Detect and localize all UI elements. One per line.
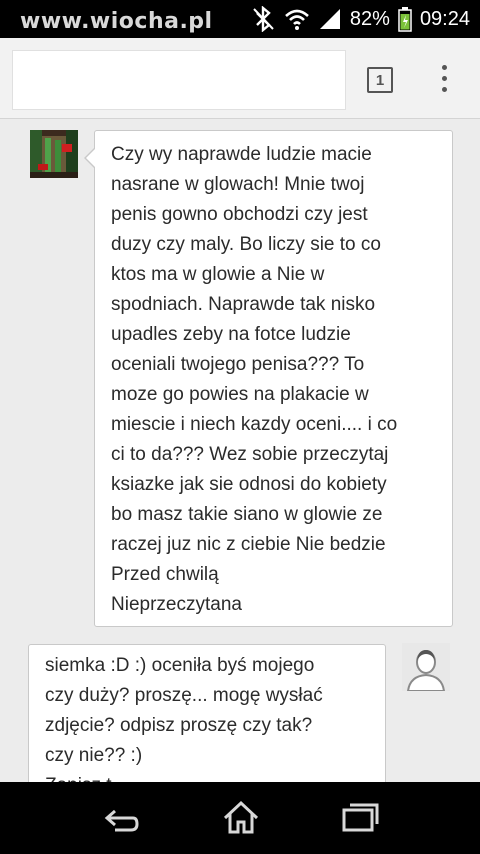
message-line: czy nie?? :)	[45, 745, 143, 766]
signal-icon	[319, 9, 340, 29]
navigation-bar	[0, 782, 480, 854]
tab-count: 1	[375, 71, 385, 89]
message-line: spodniach. Naprawde tak nisko	[111, 294, 376, 315]
overflow-menu-button[interactable]	[437, 65, 451, 99]
sender-avatar[interactable]	[30, 130, 78, 178]
message-line: ksiazke jak sie odnosi do kobiety	[111, 474, 387, 495]
message-line: siemka :D :) oceniła byś mojego	[45, 655, 315, 676]
message-line: raczej juz nic z ciebie Nie bedzie	[111, 534, 386, 555]
watermark-text: www.wiocha.pl	[20, 9, 213, 34]
message-read-status: Nieprzeczytana	[111, 594, 242, 615]
recent-apps-icon[interactable]	[340, 798, 380, 838]
message-bubble-incoming[interactable]: Czy wy naprawde ludzie macie nasrane w g…	[84, 130, 453, 627]
default-avatar-icon[interactable]	[402, 643, 450, 691]
message-line: moze go powies na plakacie w	[111, 384, 369, 405]
message-line: Czy wy naprawde ludzie macie	[111, 144, 372, 165]
battery-icon	[398, 7, 412, 32]
message-line: nasrane w glowach! Mnie twoj	[111, 174, 365, 195]
message-line: ktos ma w glowie a Nie w	[111, 264, 325, 285]
message-line: oceniali twojego penisa??? To	[111, 354, 365, 375]
browser-toolbar: 1	[0, 38, 480, 119]
message-line: ci to da??? Wez sobie przeczytaj	[111, 444, 389, 465]
tab-switcher-button[interactable]: 1	[367, 67, 393, 93]
message-line: upadles zeby na fotce ludzie	[111, 324, 351, 345]
clock: 09:24	[419, 7, 470, 30]
message-line: czy duży? proszę... mogę wysłać	[45, 685, 323, 706]
message-line: duzy czy maly. Bo liczy sie to co	[111, 234, 381, 255]
message-time: Przed chwilą	[111, 564, 219, 585]
message-line: bo masz takie siano w glowie ze	[111, 504, 383, 525]
url-field[interactable]	[12, 50, 346, 110]
message-line: zdjęcie? odpisz proszę czy tak?	[45, 715, 313, 736]
message-line: penis gowno obchodzi czy jest	[111, 204, 368, 225]
home-icon[interactable]	[221, 798, 261, 838]
wifi-icon	[285, 9, 309, 30]
battery-percent: 82%	[349, 7, 390, 30]
message-line: miescie i niech kazdy oceni.... i co	[111, 414, 398, 435]
status-icons: 82% 09:24	[250, 6, 470, 32]
bluetooth-icon	[253, 6, 274, 32]
back-icon[interactable]	[101, 798, 141, 838]
message-bubble-outgoing[interactable]: siemka :D :) oceniła byś mojego czy duży…	[28, 644, 386, 804]
status-bar: www.wiocha.pl 82% 09:24	[0, 0, 480, 38]
